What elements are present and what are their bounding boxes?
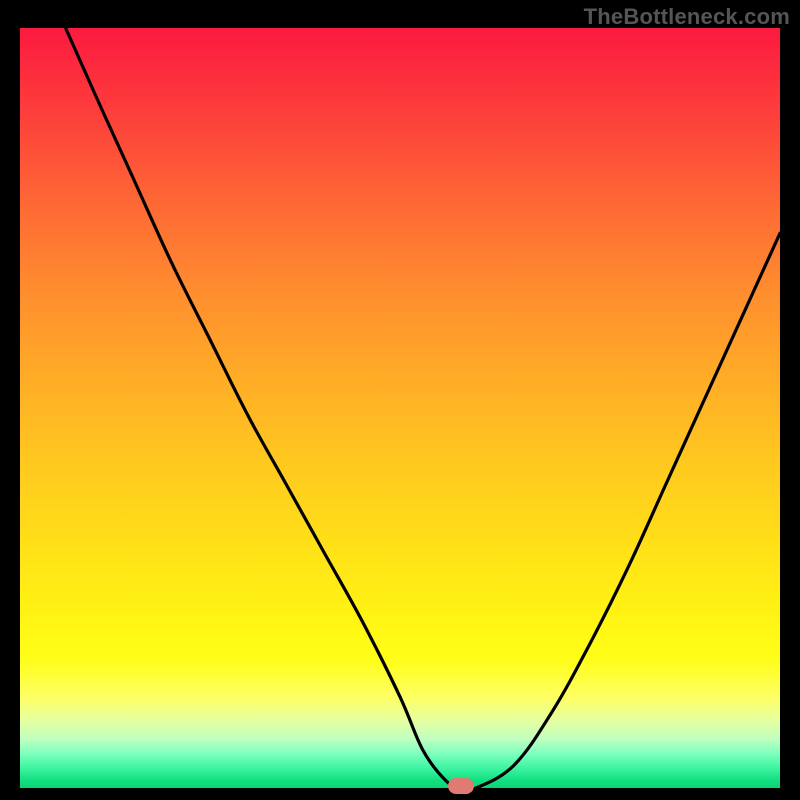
minimum-marker [448, 778, 475, 794]
bottleneck-curve [66, 28, 780, 788]
plot-area [20, 28, 780, 788]
watermark-text: TheBottleneck.com [584, 4, 790, 30]
plot-outer [20, 28, 780, 788]
curve-svg [20, 28, 780, 788]
chart-frame: TheBottleneck.com [0, 0, 800, 800]
